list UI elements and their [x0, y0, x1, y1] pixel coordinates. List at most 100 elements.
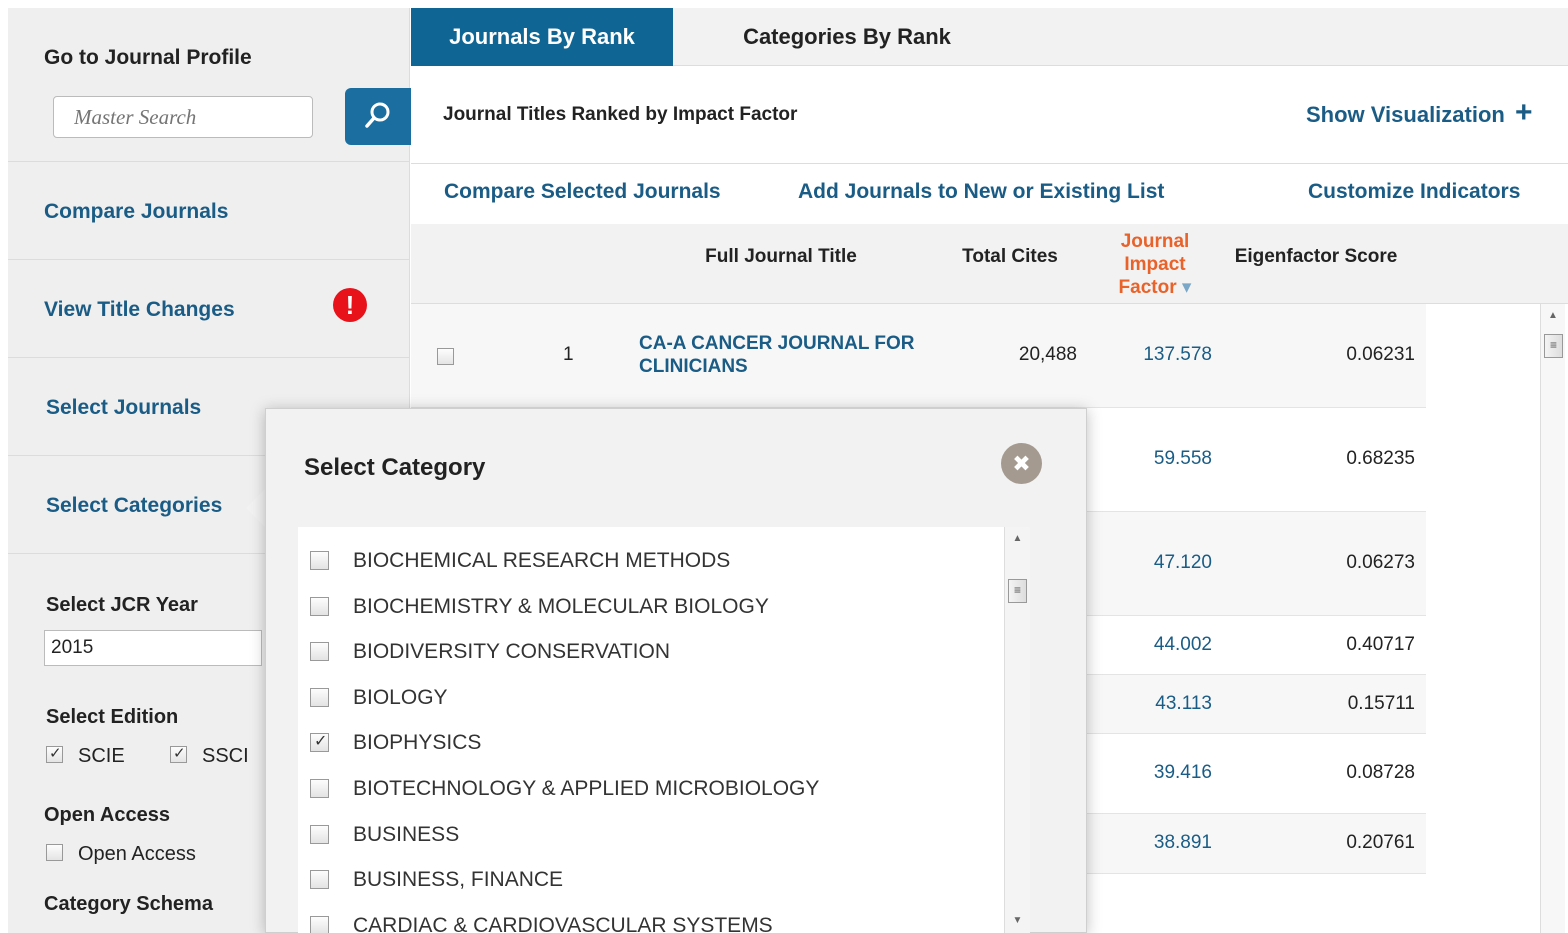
modal-pointer: [246, 488, 266, 528]
col-header-eigen[interactable]: Eigenfactor Score: [1231, 246, 1401, 268]
category-item[interactable]: BIOCHEMISTRY & MOLECULAR BIOLOGY: [298, 585, 1004, 631]
row-eigenfactor: 0.06273: [1346, 552, 1415, 573]
tab-bar: Journals By Rank Categories By Rank: [411, 8, 1568, 66]
category-item[interactable]: CARDIAC & CARDIOVASCULAR SYSTEMS: [298, 904, 1004, 933]
row-eigenfactor: 0.06231: [1346, 344, 1415, 365]
category-checkbox[interactable]: [310, 915, 329, 933]
jif-header-factor: Factor: [1118, 277, 1177, 298]
list-scroll-thumb[interactable]: ≡: [1008, 579, 1027, 603]
master-search-input[interactable]: [53, 96, 313, 138]
compare-journals-section[interactable]: Compare Journals: [8, 162, 410, 260]
goto-section: Go to Journal Profile: [8, 8, 411, 162]
category-list: BIOCHEMICAL RESEARCH METHODS BIOCHEMISTRY…: [298, 527, 1004, 933]
modal-title: Select Category: [304, 454, 486, 481]
row-checkbox[interactable]: [437, 348, 454, 365]
row-eigenfactor: 0.15711: [1347, 692, 1415, 714]
category-label: BIOCHEMICAL RESEARCH METHODS: [353, 549, 731, 572]
ranked-title: Journal Titles Ranked by Impact Factor: [443, 104, 798, 125]
scie-label: SCIE: [78, 745, 125, 767]
row-total-cites: 20,488: [1018, 344, 1077, 365]
col-header-cites[interactable]: Total Cites: [955, 246, 1065, 268]
jif-header-line3: Factor ▾: [1095, 276, 1215, 299]
row-impact-factor: 59.558: [1153, 448, 1212, 469]
category-item[interactable]: BIOCHEMICAL RESEARCH METHODS: [298, 539, 1004, 585]
add-to-list-link[interactable]: Add Journals to New or Existing List: [798, 180, 1164, 204]
row-impact-factor: 44.002: [1153, 633, 1212, 655]
category-checkbox[interactable]: [310, 687, 329, 707]
category-checkbox[interactable]: [310, 642, 329, 662]
jcr-year-select[interactable]: 2015: [44, 630, 262, 666]
close-icon[interactable]: ✖: [1001, 443, 1042, 484]
ssci-checkbox[interactable]: [170, 744, 187, 763]
col-header-title[interactable]: Full Journal Title: [691, 246, 871, 268]
divider: [411, 163, 1568, 164]
table-header: Full Journal Title Total Cites Journal I…: [411, 224, 1568, 304]
category-label: BIOLOGY: [353, 685, 448, 709]
category-checkbox[interactable]: [310, 731, 329, 753]
view-title-changes-link[interactable]: View Title Changes: [44, 298, 235, 322]
select-journals-link[interactable]: Select Journals: [46, 396, 201, 420]
category-label: BIODIVERSITY CONSERVATION: [353, 640, 671, 664]
compare-journals-link[interactable]: Compare Journals: [44, 200, 228, 224]
journal-title-line2: CLINICIANS: [639, 356, 748, 377]
select-categories-link[interactable]: Select Categories: [46, 494, 222, 518]
row-eigenfactor: 0.20761: [1346, 832, 1415, 853]
category-item[interactable]: BUSINESS, FINANCE: [298, 858, 1004, 904]
row-impact-factor: 38.891: [1153, 832, 1212, 853]
tab-journals-by-rank[interactable]: Journals By Rank: [411, 8, 673, 66]
category-checkbox[interactable]: [310, 870, 329, 890]
jcr-year-label: Select JCR Year: [46, 594, 198, 616]
compare-selected-link[interactable]: Compare Selected Journals: [444, 180, 721, 204]
category-checkbox[interactable]: [310, 596, 329, 616]
plus-icon: +: [1514, 96, 1533, 129]
tab-categories-by-rank[interactable]: Categories By Rank: [673, 8, 1021, 66]
category-list-scrollbar[interactable]: ▲ ≡ ▼: [1004, 527, 1030, 933]
search-button[interactable]: [345, 88, 411, 145]
list-scroll-down-arrow[interactable]: ▼: [1005, 911, 1030, 931]
category-item[interactable]: BIOTECHNOLOGY & APPLIED MICROBIOLOGY: [298, 767, 1004, 813]
category-item[interactable]: BIOLOGY: [298, 676, 1004, 722]
category-label: BUSINESS, FINANCE: [353, 868, 564, 892]
edition-label: Select Edition: [46, 706, 179, 728]
category-checkbox[interactable]: [310, 824, 329, 844]
category-label: BUSINESS: [353, 822, 460, 846]
scroll-thumb[interactable]: ≡: [1544, 334, 1563, 358]
sort-down-icon: ▾: [1181, 277, 1192, 298]
alert-icon: !: [333, 288, 367, 322]
customize-indicators-link[interactable]: Customize Indicators: [1308, 180, 1520, 204]
open-access-checkbox[interactable]: [46, 844, 63, 861]
jif-header-line1: Journal: [1120, 231, 1190, 252]
scie-checkbox[interactable]: [46, 744, 63, 763]
category-item[interactable]: BIODIVERSITY CONSERVATION: [298, 630, 1004, 676]
open-access-heading: Open Access: [44, 804, 170, 826]
scroll-up-arrow[interactable]: ▲: [1541, 306, 1565, 326]
select-category-modal: Select Category ✖ BIOCHEMICAL RESEARCH M…: [265, 408, 1087, 933]
category-checkbox[interactable]: [310, 779, 329, 798]
table-row[interactable]: 1 CA-A CANCER JOURNAL FOR CLINICIANS 20,488…: [411, 304, 1426, 408]
row-impact-factor: 47.120: [1153, 552, 1212, 573]
category-item[interactable]: BUSINESS: [298, 813, 1004, 859]
frame-edge: [0, 0, 8, 933]
table-scrollbar[interactable]: ▲ ≡: [1540, 304, 1565, 933]
category-label: CARDIAC & CARDIOVASCULAR SYSTEMS: [353, 913, 773, 933]
journal-title-line1: CA-A CANCER JOURNAL FOR: [639, 333, 915, 354]
row-impact-factor: 43.113: [1155, 692, 1212, 714]
search-icon: [365, 102, 390, 128]
col-header-jif[interactable]: Journal Impact Factor ▾: [1095, 230, 1215, 299]
row-journal-title[interactable]: CA-A CANCER JOURNAL FOR CLINICIANS: [639, 332, 915, 378]
jif-header-line2: Impact: [1124, 254, 1186, 275]
category-checkbox[interactable]: [310, 551, 329, 570]
row-rank: 1: [563, 344, 574, 365]
list-scroll-up-arrow[interactable]: ▲: [1005, 529, 1030, 549]
category-item[interactable]: BIOPHYSICS: [298, 721, 1004, 767]
category-label: BIOPHYSICS: [353, 731, 482, 755]
show-visualization-label: Show Visualization: [1306, 102, 1505, 127]
category-label: BIOCHEMISTRY & MOLECULAR BIOLOGY: [353, 594, 769, 618]
open-access-label: Open Access: [78, 843, 196, 865]
category-label: BIOTECHNOLOGY & APPLIED MICROBIOLOGY: [353, 777, 820, 800]
show-visualization-link[interactable]: Show Visualization +: [1306, 98, 1533, 128]
row-impact-factor: 137.578: [1143, 344, 1212, 365]
ssci-label: SSCI: [202, 745, 249, 767]
goto-title: Go to Journal Profile: [44, 46, 252, 69]
jcr-page: Go to Journal Profile Compare Journals V…: [0, 0, 1568, 933]
